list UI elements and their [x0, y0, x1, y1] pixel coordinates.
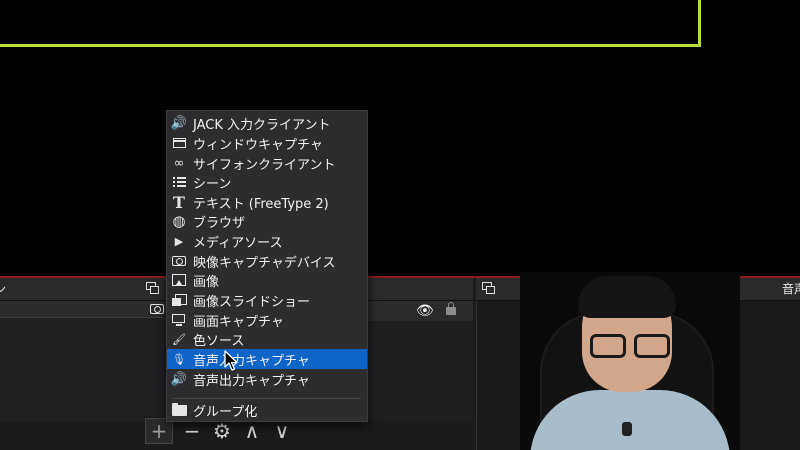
glasses-left [590, 334, 626, 358]
mouse-pointer-icon [224, 350, 238, 371]
play-icon: ▶ [174, 234, 184, 248]
menu-item-label: サイフォンクライアント [193, 157, 336, 173]
scenes-dock-header: ン [0, 278, 163, 301]
menu-item-label: ブラウザ [193, 215, 246, 231]
menu-separator [173, 398, 361, 399]
camera-icon [170, 252, 188, 270]
undock-icon[interactable] [146, 282, 159, 294]
menu-item-jack-input[interactable]: 🔊 JACK 入力クライアント [167, 113, 367, 133]
menu-item-label: 画像 [193, 274, 220, 290]
eye-icon[interactable]: 👁 [416, 304, 434, 318]
slideshow-icon [170, 291, 188, 309]
menu-item-syphon-client[interactable]: ∞ サイフォンクライアント [167, 153, 367, 173]
menu-item-browser[interactable]: ◍ ブラウザ [167, 211, 367, 231]
scene-row[interactable] [0, 301, 163, 318]
undock-icon[interactable] [482, 282, 495, 294]
menu-item-label: 色ソース [193, 333, 245, 349]
glasses-right [634, 334, 670, 358]
menu-item-label: グループ化 [193, 404, 258, 420]
scenes-dock-title: ン [0, 282, 7, 296]
microphone-icon: 🎙 [172, 352, 186, 366]
camera-icon [150, 304, 164, 314]
mixer-dock-title: 音声 [782, 282, 800, 296]
menu-item-video-capture[interactable]: 映像キャプチャデバイス [167, 251, 367, 271]
add-source-menu: 🔊 JACK 入力クライアント ウィンドウキャプチャ ∞ サイフォンクライアント… [166, 110, 368, 422]
menu-item-image-slideshow[interactable]: 画像スライドショー [167, 290, 367, 310]
preview-canvas[interactable] [0, 0, 800, 276]
menu-item-label: メディアソース [193, 235, 283, 251]
menu-item-label: シーン [193, 176, 232, 192]
lapel-mic [622, 422, 632, 436]
syphon-icon: ∞ [173, 155, 185, 171]
menu-item-audio-input-capture[interactable]: 🎙 音声入力キャプチャ [167, 349, 367, 369]
menu-item-label: 映像キャプチャデバイス [193, 255, 336, 271]
window-icon [170, 134, 188, 152]
menu-item-color-source[interactable]: 🖌 色ソース [167, 329, 367, 349]
menu-item-label: 音声出力キャプチャ [193, 373, 310, 389]
scenes-list[interactable] [0, 301, 163, 421]
image-icon [170, 271, 188, 289]
menu-item-window-capture[interactable]: ウィンドウキャプチャ [167, 133, 367, 153]
monitor-icon [170, 311, 188, 329]
menu-item-label: JACK 入力クライアント [193, 117, 331, 133]
speaker-icon: 🔊 [170, 115, 188, 131]
menu-item-label: テキスト (FreeType 2) [193, 196, 329, 212]
webcam-overlay [520, 272, 740, 450]
speaker-icon: 🔊 [170, 371, 188, 387]
menu-item-display-capture[interactable]: 画面キャプチャ [167, 310, 367, 330]
menu-item-image[interactable]: 画像 [167, 270, 367, 290]
menu-item-media-source[interactable]: ▶ メディアソース [167, 231, 367, 251]
menu-item-label: ウィンドウキャプチャ [193, 137, 323, 153]
menu-item-scene[interactable]: シーン [167, 172, 367, 192]
globe-icon: ◍ [172, 212, 186, 230]
menu-item-label: 画面キャプチャ [193, 314, 284, 330]
preview-source-frame [0, 0, 701, 47]
lock-icon[interactable] [446, 302, 456, 315]
list-icon [170, 173, 188, 191]
menu-item-text[interactable]: T テキスト (FreeType 2) [167, 192, 367, 212]
menu-item-label: 画像スライドショー [193, 294, 311, 310]
menu-item-group[interactable]: グループ化 [167, 400, 367, 420]
text-icon: T [173, 192, 185, 212]
presenter-hair [578, 276, 676, 318]
folder-icon [170, 401, 188, 419]
menu-item-label: 音声入力キャプチャ [193, 353, 310, 369]
brush-icon: 🖌 [172, 332, 186, 346]
menu-item-audio-output-capture[interactable]: 🔊 音声出力キャプチャ [167, 369, 367, 389]
